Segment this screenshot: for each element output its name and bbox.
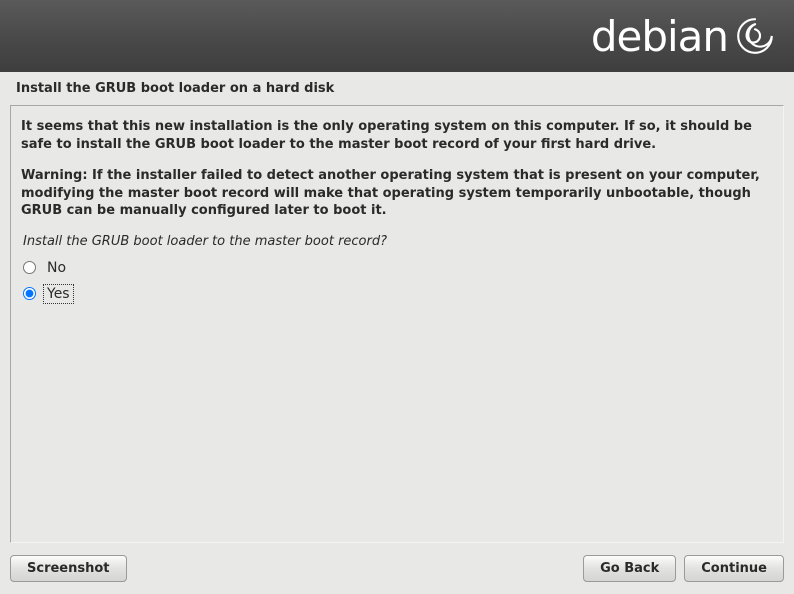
- installer-header: debian: [0, 0, 794, 72]
- info-text-1: It seems that this new installation is t…: [21, 118, 773, 153]
- question-text: Install the GRUB boot loader to the mast…: [21, 234, 773, 249]
- info-text-warning: Warning: If the installer failed to dete…: [21, 167, 773, 220]
- button-bar: Screenshot Go Back Continue: [0, 550, 794, 594]
- radio-group-mbr: No Yes: [21, 255, 773, 307]
- radio-no-label[interactable]: No: [44, 259, 69, 277]
- radio-yes[interactable]: [23, 287, 36, 300]
- content-panel: It seems that this new installation is t…: [10, 105, 784, 543]
- radio-yes-label[interactable]: Yes: [44, 285, 73, 303]
- page-title: Install the GRUB boot loader on a hard d…: [0, 72, 794, 105]
- debian-logo-text: debian: [591, 12, 728, 61]
- go-back-button[interactable]: Go Back: [583, 555, 676, 582]
- nav-button-group: Go Back Continue: [583, 555, 784, 582]
- radio-no[interactable]: [23, 261, 36, 274]
- radio-option-no[interactable]: No: [21, 255, 773, 281]
- screenshot-button[interactable]: Screenshot: [10, 555, 127, 582]
- debian-swirl-icon: [734, 15, 776, 57]
- continue-button[interactable]: Continue: [684, 555, 784, 582]
- radio-option-yes[interactable]: Yes: [21, 281, 773, 307]
